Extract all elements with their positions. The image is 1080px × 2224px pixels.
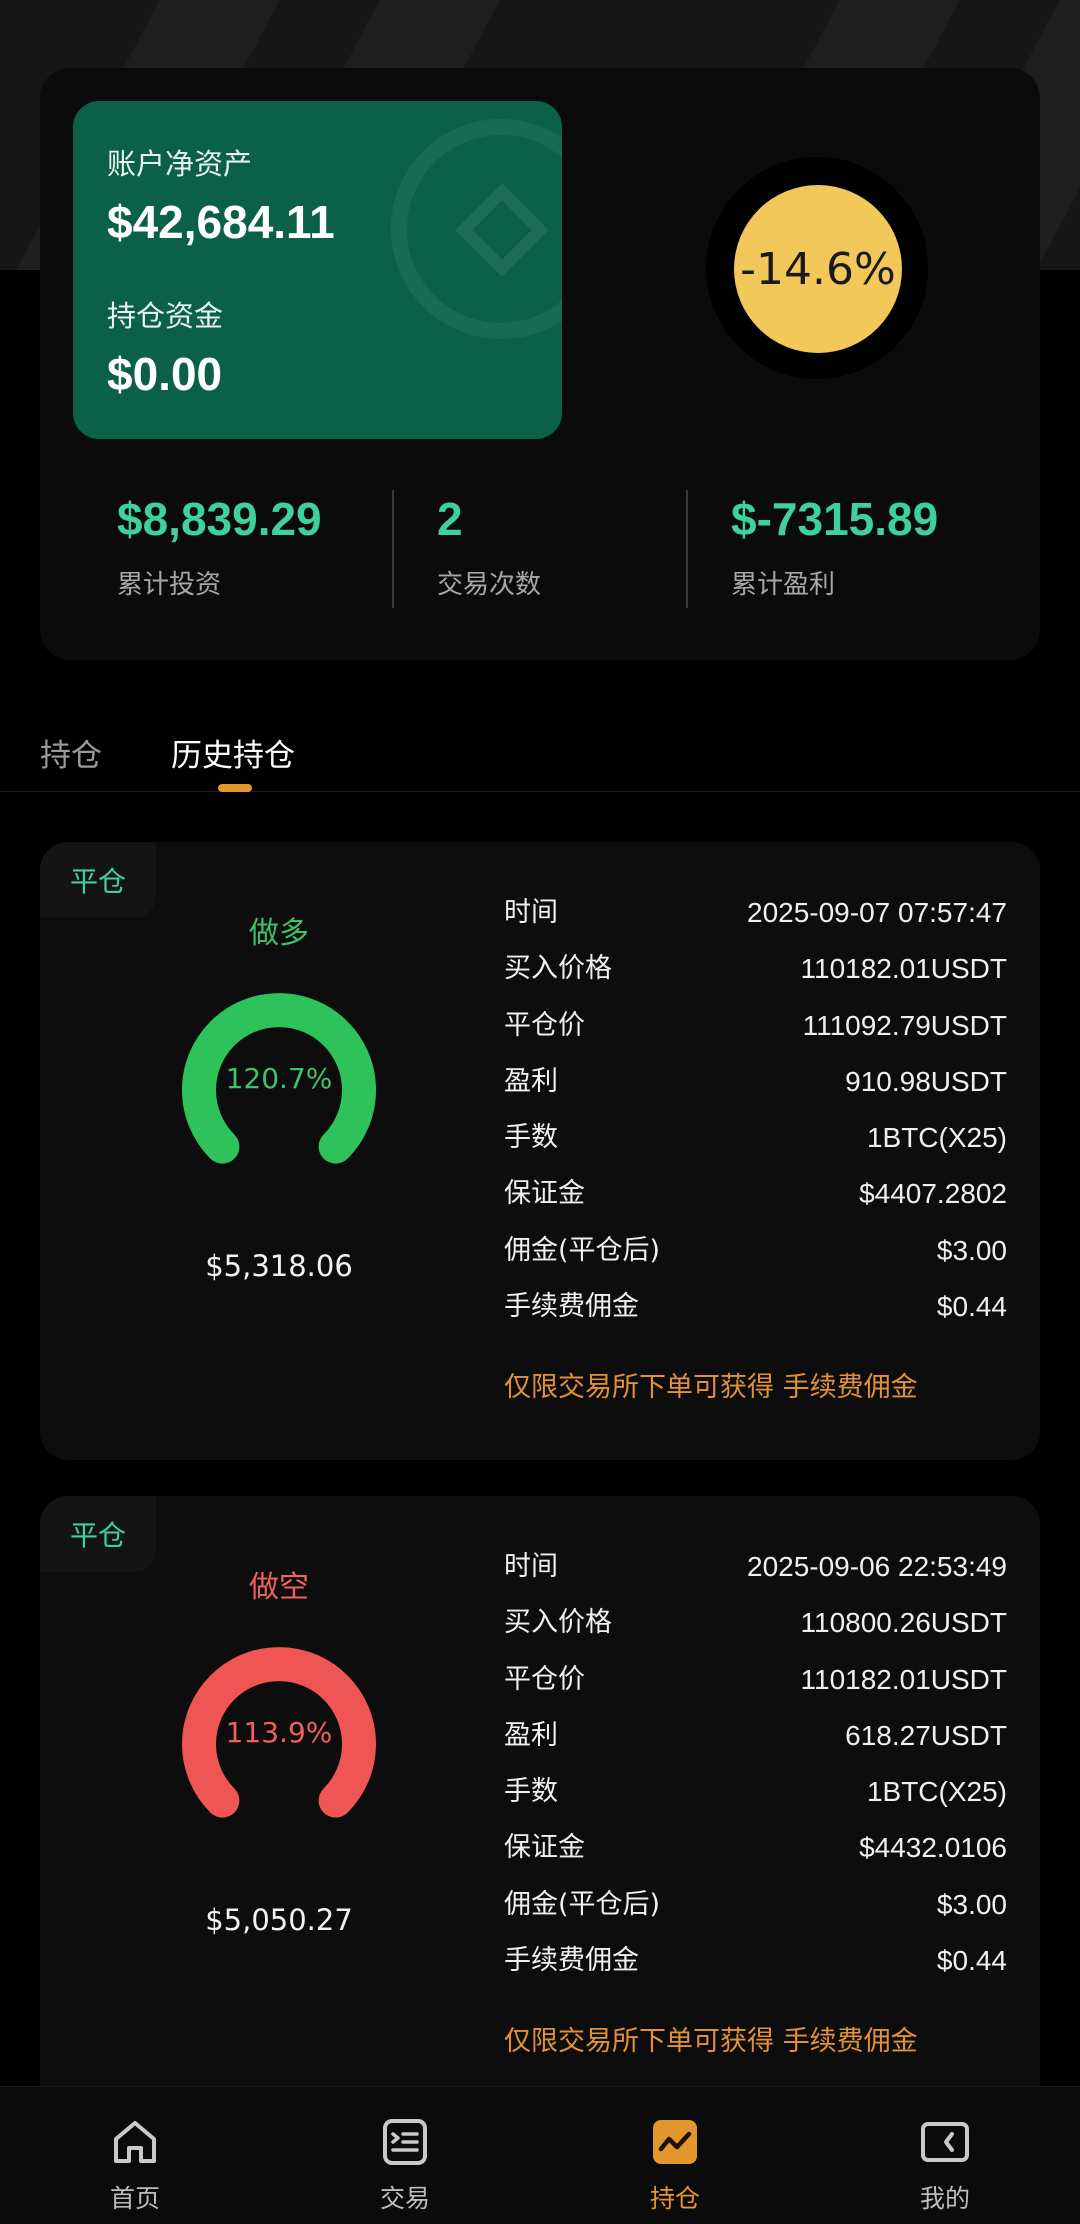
detail-value: $4432.0106 — [859, 1832, 1007, 1864]
home-icon — [114, 2121, 156, 2163]
list-icon — [383, 2119, 427, 2165]
bottom-navigation: 首页 交易 持仓 我的 — [0, 2086, 1080, 2224]
detail-key: 买入价格 — [504, 953, 612, 985]
gauge-percent: 120.7% — [225, 1062, 333, 1095]
detail-key: 时间 — [504, 1551, 558, 1582]
detail-key: 保证金 — [504, 1178, 585, 1210]
tab-positions[interactable]: 持仓 — [40, 730, 102, 775]
record-amount: $5,318.06 — [205, 1249, 353, 1283]
detail-key: 手续费佣金 — [504, 1945, 639, 1977]
chart-icon — [653, 2120, 697, 2164]
history-record-card[interactable]: 平仓 做多 120.7% $5,318.06 时间 2025-09-07 07:5… — [40, 842, 1040, 1460]
detail-key: 盈利 — [504, 1719, 558, 1751]
stat-trade-count: 2 交易次数 — [437, 496, 541, 601]
detail-row: 手数 1BTC(X25) — [504, 1778, 1007, 1834]
detail-key: 佣金(平仓后) — [504, 1888, 661, 1920]
detail-value: 1BTC(X25) — [866, 1776, 1007, 1808]
detail-value: 110182.01USDT — [800, 953, 1008, 985]
net-asset-value: $42,684.11 — [107, 196, 335, 248]
nav-label: 首页 — [109, 2184, 160, 2213]
position-funds-value: $0.00 — [107, 348, 223, 400]
gauge-percent: 113.9% — [225, 1716, 333, 1749]
detail-value: $3.00 — [936, 1234, 1007, 1266]
detail-row: 时间 2025-09-07 07:57:47 — [504, 897, 1007, 955]
detail-key: 手数 — [504, 1122, 558, 1154]
detail-value: 110182.01USDT — [800, 1663, 1008, 1695]
detail-row: 盈利 618.27USDT — [504, 1719, 1007, 1778]
direction-label: 做多 — [249, 916, 309, 951]
wallet-icon — [921, 2122, 969, 2162]
status-badge: 平仓 — [40, 842, 156, 918]
detail-row: 买入价格 110800.26USDT — [504, 1609, 1007, 1665]
net-asset-label: 账户净资产 — [107, 147, 253, 181]
detail-key: 买入价格 — [504, 1607, 612, 1639]
detail-row: 手数 1BTC(X25) — [504, 1124, 1007, 1180]
tab-history-positions[interactable]: 历史持仓 — [171, 730, 295, 775]
detail-value: $4407.2802 — [859, 1178, 1007, 1210]
stat-label: 累计盈利 — [731, 570, 836, 600]
stat-value: $-7315.89 — [731, 493, 939, 545]
detail-row: 手续费佣金 $0.44 — [504, 1293, 1007, 1349]
detail-row: 保证金 $4432.0106 — [504, 1834, 1007, 1890]
nav-label: 我的 — [919, 2184, 970, 2213]
profit-ratio-badge: -14.6% — [734, 185, 902, 353]
detail-value: $3.00 — [936, 1888, 1007, 1920]
commission-note: 仅限交易所下单可获得 手续费佣金 — [504, 1372, 918, 1403]
stat-label: 交易次数 — [437, 570, 542, 600]
detail-value: 618.27USDT — [845, 1719, 1007, 1751]
detail-value: 1BTC(X25) — [866, 1122, 1007, 1154]
detail-key: 保证金 — [504, 1832, 585, 1864]
detail-row: 平仓价 110182.01USDT — [504, 1663, 1008, 1722]
detail-value: 910.98USDT — [845, 1065, 1007, 1097]
position-funds-label: 持仓资金 — [107, 299, 224, 333]
detail-key: 佣金(平仓后) — [504, 1234, 661, 1266]
detail-key: 盈利 — [504, 1065, 558, 1097]
detail-row: 保证金 $4407.2802 — [504, 1180, 1007, 1236]
detail-row: 佣金(平仓后) $3.00 — [504, 1888, 1007, 1947]
stat-divider — [686, 490, 688, 608]
detail-key: 平仓价 — [504, 1009, 585, 1041]
detail-value: $0.44 — [936, 1291, 1007, 1323]
nav-item-trade[interactable]: 交易 — [270, 2087, 540, 2224]
detail-row: 手续费佣金 $0.44 — [504, 1947, 1007, 2003]
detail-key: 手续费佣金 — [504, 1291, 639, 1323]
detail-key: 平仓价 — [504, 1663, 585, 1695]
detail-row: 买入价格 110182.01USDT — [504, 955, 1007, 1011]
detail-row: 平仓价 111092.79USDT — [504, 1009, 1007, 1068]
net-asset-card: 账户净资产 $42,684.11 持仓资金 $0.00 — [73, 101, 562, 439]
detail-key: 手数 — [504, 1776, 558, 1808]
detail-value: 111092.79USDT — [802, 1009, 1007, 1041]
nav-label: 交易 — [379, 2184, 430, 2213]
detail-value: 110800.26USDT — [800, 1607, 1008, 1639]
detail-key: 时间 — [504, 897, 558, 928]
commission-note: 仅限交易所下单可获得 手续费佣金 — [504, 2026, 918, 2057]
detail-row: 时间 2025-09-06 22:53:49 — [504, 1551, 1007, 1609]
stat-total-investment: $8,839.29 累计投资 — [117, 496, 322, 601]
history-record-card[interactable]: 平仓 做空 113.9% $5,050.27 时间 2025-09-06 22:5… — [40, 1496, 1040, 2114]
nav-item-profile[interactable]: 我的 — [810, 2087, 1080, 2224]
stat-label: 累计投资 — [117, 570, 222, 600]
active-tab-indicator — [218, 784, 252, 792]
detail-value: $0.44 — [936, 1945, 1007, 1977]
detail-value: 2025-09-07 07:57:47 — [747, 897, 1007, 928]
nav-item-positions[interactable]: 持仓 — [540, 2087, 810, 2224]
direction-label: 做空 — [249, 1570, 309, 1605]
stat-divider — [392, 490, 394, 608]
stat-total-profit: $-7315.89 累计盈利 — [731, 496, 938, 601]
nav-label: 持仓 — [649, 2184, 700, 2213]
detail-value: 2025-09-06 22:53:49 — [747, 1551, 1007, 1582]
stat-value: $8,839.29 — [117, 493, 322, 545]
position-tabs: 持仓 历史持仓 — [0, 710, 1080, 792]
record-details: 时间 2025-09-06 22:53:49 买入价格 110800.26USDT … — [504, 1551, 1008, 2003]
stat-value: 2 — [437, 493, 463, 545]
detail-row: 盈利 910.98USDT — [504, 1065, 1007, 1124]
record-amount: $5,050.27 — [205, 1903, 353, 1937]
status-badge: 平仓 — [40, 1496, 156, 1572]
record-details: 时间 2025-09-07 07:57:47 买入价格 110182.01USDT … — [504, 897, 1007, 1349]
detail-row: 佣金(平仓后) $3.00 — [504, 1234, 1007, 1293]
nav-item-home[interactable]: 首页 — [0, 2087, 270, 2224]
